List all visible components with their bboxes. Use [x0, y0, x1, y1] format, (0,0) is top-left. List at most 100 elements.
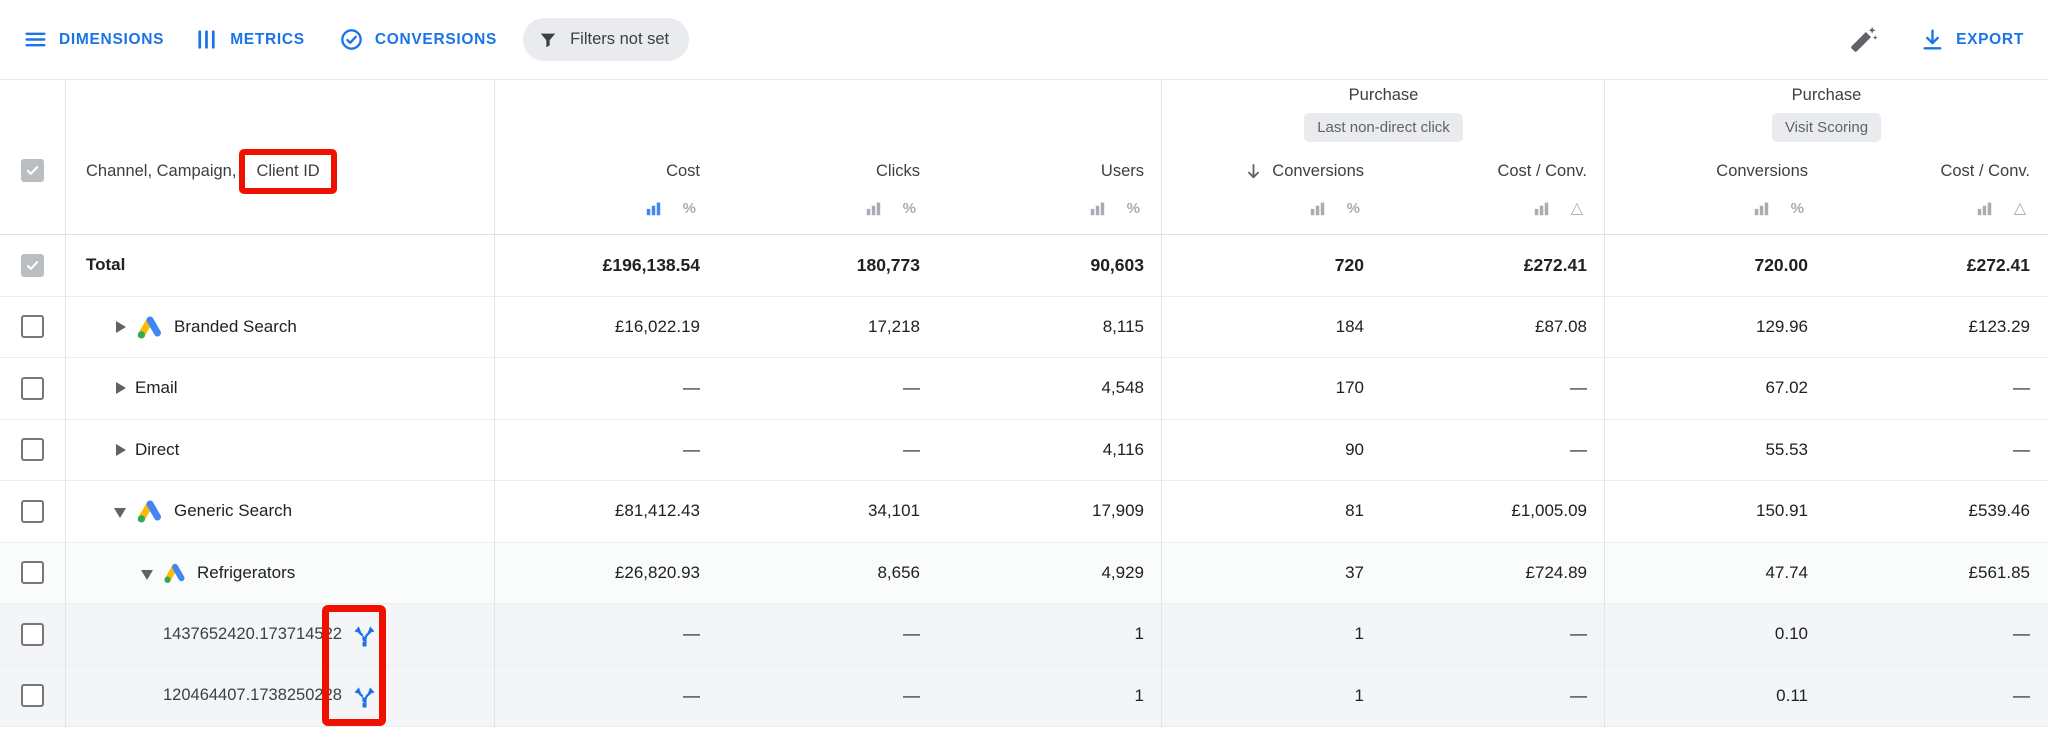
metric-cell-clicks: 180,773: [718, 255, 938, 276]
table-row[interactable]: Branded Search £16,022.19 17,218 8,115 1…: [0, 297, 2048, 359]
checkbox-cell: [0, 500, 65, 523]
expand-arrow-icon[interactable]: [141, 567, 153, 579]
name-column-header[interactable]: Channel, Campaign, Client ID: [86, 146, 337, 196]
column-header-conversions[interactable]: Conversions: [1605, 146, 1826, 196]
filters-chip[interactable]: Filters not set: [523, 18, 689, 61]
percent-toggle-icon[interactable]: %: [1127, 200, 1140, 217]
expand-arrow-icon[interactable]: [114, 321, 126, 333]
metric-cell-clicks: 17,218: [718, 317, 938, 337]
column-header-cost-per-conv[interactable]: Cost / Conv.: [1826, 146, 2048, 196]
column-label: Cost / Conv.: [1940, 162, 2030, 181]
delta-toggle-icon[interactable]: △: [2014, 198, 2026, 218]
metric-cell-cost-per-conv-lndc: —: [1382, 378, 1605, 398]
metric-cell-cost-per-conv-vs: —: [1826, 440, 2048, 460]
users-column-toggles: %: [938, 190, 1162, 226]
dimensions-button[interactable]: DIMENSIONS: [23, 27, 164, 52]
row-checkbox[interactable]: [21, 315, 44, 338]
metric-cell-conversions-lndc: 184: [1162, 317, 1382, 337]
row-label: 120464407.1738250228: [163, 686, 342, 705]
percent-toggle-icon[interactable]: %: [903, 200, 916, 217]
column-header-cost-per-conv[interactable]: Cost / Conv.: [1382, 146, 1605, 196]
delta-toggle-icon[interactable]: △: [1571, 198, 1583, 218]
metric-cell-cost-per-conv-vs: £539.46: [1826, 501, 2048, 521]
export-label: EXPORT: [1956, 31, 2024, 49]
row-checkbox[interactable]: [21, 623, 44, 646]
export-button[interactable]: EXPORT: [1920, 27, 2024, 52]
journey-icon[interactable]: [351, 621, 378, 648]
chart-toggle-icon[interactable]: [1532, 199, 1551, 218]
column-header-conversions-sorted[interactable]: Conversions: [1162, 146, 1382, 196]
percent-toggle-icon[interactable]: %: [1791, 200, 1804, 217]
metric-cell-cost-per-conv-lndc: £272.41: [1382, 255, 1605, 276]
metric-cell-cost: £26,820.93: [495, 563, 718, 583]
metric-cell-users: 90,603: [938, 255, 1162, 276]
conversions-column-toggles: %: [1605, 190, 1826, 226]
attribution-model-chip[interactable]: Last non-direct click: [1304, 113, 1463, 142]
chart-toggle-icon[interactable]: [1975, 199, 1994, 218]
table-row[interactable]: Refrigerators £26,820.93 8,656 4,929 37 …: [0, 543, 2048, 605]
column-header-cost[interactable]: Cost: [495, 146, 718, 196]
chart-toggle-icon[interactable]: [644, 199, 663, 218]
conversion-group-title: Purchase: [1792, 84, 1862, 106]
chart-toggle-icon[interactable]: [864, 199, 883, 218]
metric-cell-clicks: 8,656: [718, 563, 938, 583]
chart-toggle-icon[interactable]: [1308, 199, 1327, 218]
select-all-checkbox[interactable]: [21, 159, 44, 182]
metrics-button[interactable]: METRICS: [194, 27, 305, 52]
row-name-cell: Total: [65, 255, 495, 275]
metric-cell-conversions-lndc: 1: [1162, 686, 1382, 706]
attribution-model-chip[interactable]: Visit Scoring: [1772, 113, 1881, 142]
table-row[interactable]: Total £196,138.54 180,773 90,603 720 £27…: [0, 235, 2048, 297]
row-checkbox[interactable]: [21, 438, 44, 461]
row-name-cell: Email: [65, 378, 495, 398]
filter-icon: [537, 29, 559, 51]
conversions-button[interactable]: CONVERSIONS: [339, 27, 497, 52]
row-name-cell: Refrigerators: [65, 560, 495, 586]
column-header-clicks[interactable]: Clicks: [718, 146, 938, 196]
journey-icon[interactable]: [351, 682, 378, 709]
row-name-cell: 1437652420.173714522: [65, 621, 495, 648]
row-checkbox[interactable]: [21, 684, 44, 707]
chart-toggle-icon[interactable]: [1088, 199, 1107, 218]
table-row[interactable]: 120464407.1738250228 — — 1 1 — 0.11 —: [0, 666, 2048, 728]
row-checkbox[interactable]: [21, 377, 44, 400]
metric-cell-cost: —: [495, 624, 718, 644]
column-divider: [494, 80, 495, 729]
percent-toggle-icon[interactable]: %: [683, 200, 696, 217]
conversions-label: CONVERSIONS: [375, 31, 497, 49]
table-row[interactable]: 1437652420.173714522 — — 1 1 — 0.10 —: [0, 604, 2048, 666]
row-checkbox[interactable]: [21, 500, 44, 523]
row-name-cell: 120464407.1738250228: [65, 682, 495, 709]
select-all-cell: [21, 159, 44, 184]
metric-cell-cost-per-conv-lndc: —: [1382, 624, 1605, 644]
google-ads-icon: [135, 496, 165, 526]
metric-cell-cost-per-conv-lndc: £1,005.09: [1382, 501, 1605, 521]
metric-cell-conversions-vs: 150.91: [1605, 501, 1826, 521]
name-column-label: Channel, Campaign,: [86, 162, 236, 181]
analytics-report-app: DIMENSIONS METRICS CONVERSIONS Filters n…: [0, 0, 2048, 729]
table-row[interactable]: Direct — — 4,116 90 — 55.53 —: [0, 420, 2048, 482]
metric-cell-conversions-lndc: 37: [1162, 563, 1382, 583]
table-row[interactable]: Email — — 4,548 170 — 67.02 —: [0, 358, 2048, 420]
column-label: Cost: [666, 162, 700, 181]
row-checkbox[interactable]: [21, 561, 44, 584]
metric-cell-users: 4,548: [938, 378, 1162, 398]
expand-arrow-icon[interactable]: [114, 382, 126, 394]
download-icon: [1920, 27, 1945, 52]
metrics-label: METRICS: [230, 31, 305, 49]
purchase-group-visit-scoring: Purchase Visit Scoring: [1605, 84, 2048, 142]
row-checkbox[interactable]: [21, 254, 44, 277]
expand-arrow-icon[interactable]: [114, 505, 126, 517]
column-header-users[interactable]: Users: [938, 146, 1162, 196]
metric-cell-clicks: —: [718, 624, 938, 644]
percent-toggle-icon[interactable]: %: [1347, 200, 1360, 217]
column-divider: [1604, 80, 1605, 729]
chart-toggle-icon[interactable]: [1752, 199, 1771, 218]
dimensions-label: DIMENSIONS: [59, 31, 164, 49]
table-row[interactable]: Generic Search £81,412.43 34,101 17,909 …: [0, 481, 2048, 543]
google-ads-icon: [135, 312, 165, 342]
row-label: Generic Search: [174, 501, 292, 521]
expand-arrow-icon[interactable]: [114, 444, 126, 456]
magic-wand-button[interactable]: [1848, 25, 1878, 55]
metric-cell-cost-per-conv-vs: —: [1826, 378, 2048, 398]
